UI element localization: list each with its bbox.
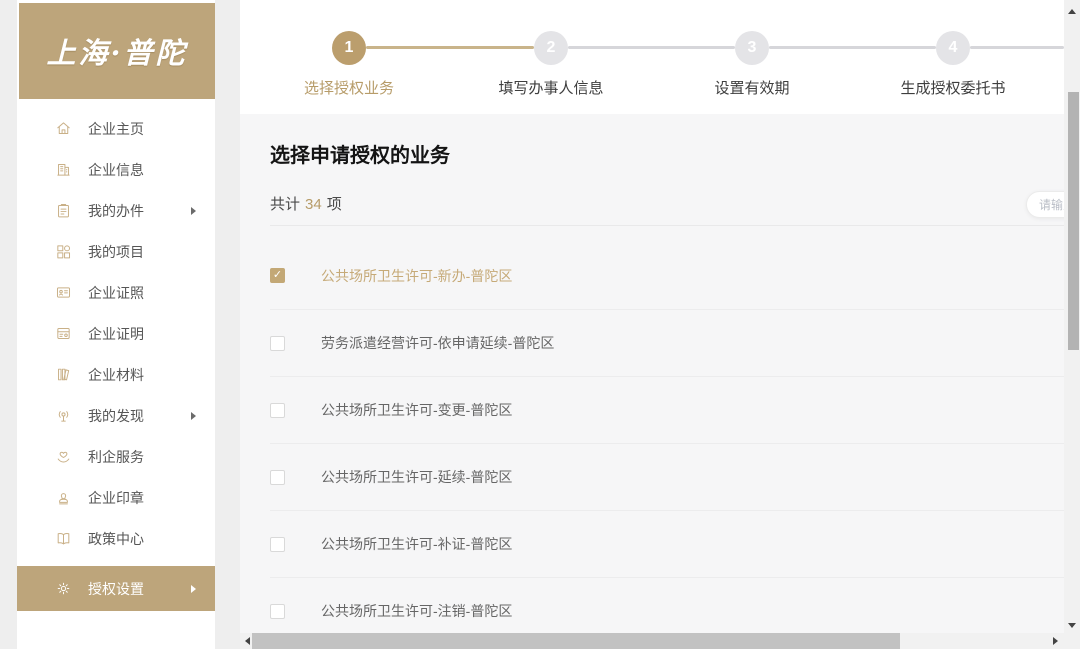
stepper: 1 选择授权业务 2 填写办事人信息 3 设置有效期 4 生成授权委托书	[240, 0, 1064, 114]
count-value: 34	[305, 196, 322, 213]
service-label: 公共场所卫生许可-新办-普陀区	[321, 266, 512, 286]
step-number-badge: 3	[735, 31, 769, 65]
chevron-right-icon	[191, 585, 196, 593]
app-logo: 上海·普陀	[19, 3, 215, 99]
sidebar-item-my-projects[interactable]: 我的项目	[17, 231, 215, 272]
stepper-step-3: 3 设置有效期	[662, 31, 842, 98]
sidebar-item-label: 我的办件	[88, 201, 144, 221]
stepper-card: 1 选择授权业务 2 填写办事人信息 3 设置有效期 4 生成授权委托书	[240, 0, 1064, 114]
service-label: 公共场所卫生许可-注销-普陀区	[321, 601, 512, 621]
service-label: 公共场所卫生许可-变更-普陀区	[321, 400, 512, 420]
sidebar-menu: 企业主页企业信息我的办件我的项目企业证照企业证明企业材料我的发现利企服务企业印章…	[17, 99, 215, 611]
vertical-scroll-thumb[interactable]	[1068, 92, 1079, 350]
search-input[interactable]	[1026, 191, 1064, 218]
service-label: 公共场所卫生许可-补证-普陀区	[321, 534, 512, 554]
stepper-step-4: 4 生成授权委托书	[863, 31, 1043, 98]
sidebar-item-my-items[interactable]: 我的办件	[17, 190, 215, 231]
sidebar-item-label: 企业材料	[88, 365, 144, 385]
service-row[interactable]: 公共场所卫生许可-变更-普陀区	[270, 376, 1064, 443]
sidebar-item-label: 利企服务	[88, 447, 144, 467]
step-number-badge: 1	[332, 31, 366, 65]
checkbox[interactable]	[270, 336, 285, 351]
checkbox[interactable]	[270, 537, 285, 552]
sidebar-item-label: 企业印章	[88, 488, 144, 508]
stepper-step-2: 2 填写办事人信息	[461, 31, 641, 98]
sidebar-item-label: 企业信息	[88, 160, 144, 180]
step-number-badge: 2	[534, 31, 568, 65]
vertical-scrollbar[interactable]	[1064, 0, 1080, 649]
count-suffix: 项	[327, 196, 342, 213]
checkbox[interactable]	[270, 268, 285, 283]
home-icon	[55, 120, 72, 137]
sidebar-item-business-services[interactable]: 利企服务	[17, 436, 215, 477]
sidebar-item-label: 授权设置	[88, 579, 144, 599]
sidebar-item-enterprise-licenses[interactable]: 企业证照	[17, 272, 215, 313]
stamp-icon	[55, 489, 72, 506]
scroll-up-arrow-icon[interactable]	[1068, 9, 1076, 14]
hands-heart-icon	[55, 448, 72, 465]
scroll-right-arrow-icon[interactable]	[1053, 637, 1058, 645]
broadcast-icon	[55, 407, 72, 424]
checkbox[interactable]	[270, 403, 285, 418]
certificate-icon	[55, 325, 72, 342]
sidebar-item-label: 我的发现	[88, 406, 144, 426]
sidebar-item-my-discoveries[interactable]: 我的发现	[17, 395, 215, 436]
chevron-right-icon	[191, 207, 196, 215]
count-row: 共计 34 项	[270, 193, 1064, 214]
chevron-right-icon	[191, 412, 196, 420]
main-panel: 1 选择授权业务 2 填写办事人信息 3 设置有效期 4 生成授权委托书 选择申请授权的业务 …	[240, 0, 1064, 649]
service-row[interactable]: 公共场所卫生许可-补证-普陀区	[270, 510, 1064, 577]
books-icon	[55, 366, 72, 383]
building-icon	[55, 161, 72, 178]
sidebar-item-label: 企业证明	[88, 324, 144, 344]
service-label: 劳务派遣经营许可-依申请延续-普陀区	[321, 333, 554, 353]
id-card-icon	[55, 284, 72, 301]
open-book-icon	[55, 530, 72, 547]
clipboard-icon	[55, 202, 72, 219]
step-number-badge: 4	[936, 31, 970, 65]
checkbox[interactable]	[270, 470, 285, 485]
sidebar: 上海·普陀 企业主页企业信息我的办件我的项目企业证照企业证明企业材料我的发现利企…	[17, 0, 215, 649]
step-label: 选择授权业务	[259, 77, 439, 98]
horizontal-scroll-thumb[interactable]	[252, 633, 900, 649]
sidebar-item-label: 我的项目	[88, 242, 144, 262]
horizontal-scrollbar[interactable]	[240, 633, 1064, 649]
stepper-step-1: 1 选择授权业务	[259, 31, 439, 98]
sidebar-item-label: 企业证照	[88, 283, 144, 303]
sidebar-item-enterprise-certificates[interactable]: 企业证明	[17, 313, 215, 354]
scroll-down-arrow-icon[interactable]	[1068, 623, 1076, 628]
sidebar-item-enterprise-materials[interactable]: 企业材料	[17, 354, 215, 395]
service-list: 公共场所卫生许可-新办-普陀区劳务派遣经营许可-依申请延续-普陀区公共场所卫生许…	[270, 226, 1064, 644]
sidebar-item-policy-center[interactable]: 政策中心	[17, 518, 215, 559]
step-label: 填写办事人信息	[461, 77, 641, 98]
step-label: 生成授权委托书	[863, 77, 1043, 98]
grid-icon	[55, 243, 72, 260]
page-title: 选择申请授权的业务	[270, 114, 1064, 168]
sidebar-item-authorization-settings[interactable]: 授权设置	[17, 566, 215, 611]
logo-text: 上海·普陀	[46, 30, 187, 72]
service-row[interactable]: 公共场所卫生许可-新办-普陀区	[270, 242, 1064, 309]
sidebar-item-enterprise-seal[interactable]: 企业印章	[17, 477, 215, 518]
content-panel: 选择申请授权的业务 共计 34 项 公共场所卫生许可-新办-普陀区劳务派遣经营许可-…	[240, 114, 1064, 633]
service-label: 公共场所卫生许可-延续-普陀区	[321, 467, 512, 487]
service-row[interactable]: 公共场所卫生许可-延续-普陀区	[270, 443, 1064, 510]
sidebar-item-label: 企业主页	[88, 119, 144, 139]
scroll-left-arrow-icon[interactable]	[245, 637, 250, 645]
count-prefix: 共计	[270, 196, 300, 213]
sidebar-item-enterprise-home[interactable]: 企业主页	[17, 108, 215, 149]
step-label: 设置有效期	[662, 77, 842, 98]
gear-icon	[55, 580, 72, 597]
sidebar-item-enterprise-info[interactable]: 企业信息	[17, 149, 215, 190]
checkbox[interactable]	[270, 604, 285, 619]
service-row[interactable]: 劳务派遣经营许可-依申请延续-普陀区	[270, 309, 1064, 376]
sidebar-item-label: 政策中心	[88, 529, 144, 549]
